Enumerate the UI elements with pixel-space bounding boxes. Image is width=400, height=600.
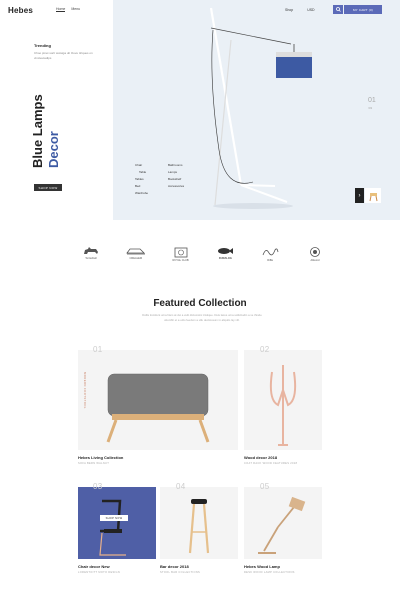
brand-item[interactable]: ROYAL CLUB — [168, 246, 194, 262]
product-card[interactable] — [244, 350, 322, 450]
next-slide-button[interactable]: › — [355, 188, 364, 203]
dog-icon — [84, 247, 98, 254]
hero-link-bathrooms[interactable]: Bathrooms — [168, 162, 184, 169]
hero-link-wardrobe[interactable]: Wardrobe — [135, 190, 148, 197]
card-subtitle: SOFA BERN WALNUT — [78, 462, 110, 465]
shop-link[interactable]: Shop — [285, 8, 293, 12]
search-button[interactable] — [333, 5, 343, 14]
hero-title-line2: Decor — [46, 131, 61, 168]
brand-item[interactable]: CREALEM — [123, 246, 149, 262]
hero-image-panel — [113, 0, 400, 220]
floor-lamp-illustration — [209, 7, 312, 209]
chair-thumbnail-icon — [369, 193, 378, 202]
card-subtitle: DESK WOOD LAMP COLLECTIONS — [244, 571, 295, 574]
slide-total: /03 — [368, 106, 373, 110]
card-vertical-label: MODERN FOOTSTOOL — [83, 372, 87, 409]
product-card[interactable] — [78, 487, 156, 559]
nav-home[interactable]: Home — [56, 7, 66, 12]
badge-icon — [310, 247, 320, 257]
section-title: Featured Collection — [153, 298, 247, 309]
shop-now-button[interactable]: SHOP NOW — [34, 184, 62, 191]
brand-name: ROYAL CLUB — [172, 259, 189, 262]
currency-selector[interactable]: USD — [307, 8, 314, 12]
hero-category-list-1: Chair Table Tables Bed Wardrobe — [135, 162, 148, 197]
chair-image — [99, 499, 126, 556]
hero-link-lamps[interactable]: Lamps — [168, 169, 184, 176]
hero-link-accessories[interactable]: Accessories — [168, 183, 184, 190]
card-title[interactable]: Bar decor 2018 — [160, 564, 189, 569]
brand-logo[interactable]: Hebes — [8, 6, 33, 15]
brand-item[interactable]: Riffle — [257, 246, 283, 262]
product-card[interactable] — [78, 350, 238, 450]
car-icon — [125, 248, 145, 255]
hero-link-tables[interactable]: Tables — [135, 176, 148, 183]
nav-menu[interactable]: Menu — [71, 7, 80, 12]
card-title[interactable]: Hebes Living Collection — [78, 455, 123, 460]
brand-item[interactable]: DURALOG — [212, 246, 238, 262]
hero-category-list-2: Bathrooms Lamps Bookshelf Accessories — [168, 162, 184, 190]
shop-now-badge[interactable]: SHOP NOW — [100, 515, 128, 521]
slide-number: 01 — [368, 97, 376, 104]
card-subtitle: STOOL BAR COLLECTIONS — [160, 571, 201, 574]
brand-item[interactable]: Ablerod — [302, 246, 328, 262]
card-title[interactable]: Chair decor New — [78, 564, 110, 569]
product-card[interactable] — [160, 487, 238, 559]
next-slide-thumbnail[interactable] — [365, 188, 381, 203]
hero-link-table[interactable]: Table — [135, 169, 148, 176]
footstool-image — [106, 373, 210, 443]
script-icon — [262, 248, 279, 256]
product-card[interactable] — [244, 487, 322, 559]
brand-name: Ablerod — [310, 259, 320, 262]
hero-link-bed[interactable]: Bed — [135, 183, 148, 190]
trend-label: Trending — [34, 43, 51, 48]
card-number: 02 — [260, 345, 270, 354]
card-subtitle: LORENTOITT MOTO DESIGN — [78, 571, 121, 574]
cart-button[interactable]: MY CART (0) — [344, 5, 382, 14]
top-nav: Home Menu — [56, 7, 80, 12]
chevron-right-icon: › — [358, 192, 361, 199]
brand-logos: Terrierbell CREALEM ROYAL CLUB DURALOG R… — [78, 246, 328, 262]
card-number: 04 — [176, 482, 186, 491]
card-subtitle: COAT RACK WOOD FEATURES 2018 — [244, 462, 298, 465]
bar-stool-image — [188, 499, 210, 554]
section-description: Dullis tincidunt urna Nam at dui a velit… — [142, 313, 262, 322]
brand-name: DURALOG — [218, 257, 232, 260]
coat-rack-image — [269, 365, 297, 446]
brand-name: Terrierbell — [85, 257, 97, 260]
hero-title: Blue Lamps Decor — [28, 58, 68, 168]
brand-item[interactable]: Terrierbell — [78, 246, 104, 262]
card-number: 03 — [93, 482, 103, 491]
wood-lamp-image — [258, 496, 306, 554]
card-title[interactable]: Wood decor 2018 — [244, 455, 277, 460]
brand-name: Riffle — [267, 259, 274, 262]
page: Hebes Home Menu Shop USD MY CART (0) Tre… — [0, 0, 400, 600]
search-icon — [335, 7, 341, 12]
hero-title-line1: Blue Lamps — [30, 94, 45, 168]
hero-link-bookshelf[interactable]: Bookshelf — [168, 176, 184, 183]
fish-icon — [218, 248, 234, 254]
card-title[interactable]: Hebes Wood Lamp — [244, 564, 280, 569]
card-number: 01 — [93, 345, 103, 354]
seal-icon — [174, 247, 187, 258]
hero-link-chair[interactable]: Chair — [135, 162, 148, 169]
header-links: Shop USD — [285, 8, 315, 12]
card-number: 05 — [260, 482, 270, 491]
brand-name: CREALEM — [129, 257, 143, 260]
